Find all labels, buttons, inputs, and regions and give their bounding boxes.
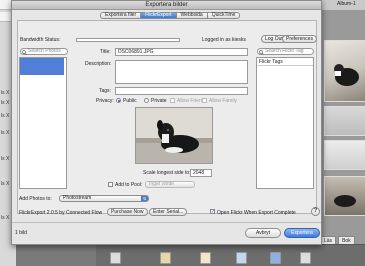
background-label: ls X (1, 215, 10, 221)
background-thumbnail[interactable] (324, 176, 365, 216)
privacy-private-radio[interactable] (144, 98, 149, 103)
photo-preview (135, 107, 213, 164)
open-flickr-label: Open Flickr When Export Complete (217, 210, 296, 216)
tab-flickrexport[interactable]: FlickrExport (140, 12, 176, 19)
allow-family-checkbox[interactable] (202, 98, 207, 103)
dog-photo-icon (136, 108, 212, 163)
flickr-tags-list[interactable] (256, 57, 314, 189)
search-icon (22, 50, 27, 55)
pool-select[interactable]: Inget värde (145, 181, 195, 188)
tab-webpage[interactable]: Webbsida (175, 12, 207, 19)
album-label: Album-1 (337, 1, 356, 7)
dog-photo-icon (334, 64, 359, 86)
app-icon[interactable] (270, 252, 281, 264)
cancel-button[interactable]: Avbryt (245, 228, 281, 238)
export-button[interactable]: Exportera (284, 228, 320, 238)
pool-select-value: Inget värde (149, 181, 175, 187)
allow-friends-checkbox[interactable] (170, 98, 175, 103)
background-dock (96, 244, 365, 266)
tags-header-divider (257, 65, 313, 66)
app-icon[interactable] (110, 252, 121, 264)
background-thumbnail[interactable] (324, 40, 365, 102)
search-photos-placeholder: Search Photos (28, 48, 61, 54)
tab-export-files[interactable]: Exportera filer (100, 12, 141, 19)
app-icon[interactable] (160, 252, 171, 264)
background-thumbnail[interactable] (324, 140, 365, 170)
footer-divider (12, 222, 321, 223)
enter-serial-button[interactable]: Enter Serial... (149, 208, 188, 216)
export-tabs: Exportera filer FlickrExport Webbsida Qu… (100, 12, 241, 19)
description-field[interactable] (115, 60, 248, 84)
logged-in-text: Logged in as kiesks (202, 37, 246, 43)
background-label: ls X (1, 130, 10, 136)
add-photos-select[interactable]: Photostream ⇅ (59, 195, 149, 202)
add-to-pool-label: Add to Pool: (115, 182, 143, 188)
search-icon (259, 50, 264, 55)
photo-list[interactable] (19, 57, 67, 189)
background-label: ls X (1, 156, 10, 162)
export-dialog: Exportera bilder Exportera filer FlickrE… (11, 0, 322, 245)
tags-field[interactable] (115, 87, 248, 95)
search-flickr-tag-input[interactable]: Search Flickr Tag (257, 48, 314, 55)
search-photos-input[interactable]: Search Photos (20, 48, 68, 55)
privacy-label: Privacy: (96, 98, 114, 104)
add-photos-label: Add Photos to: (19, 196, 52, 202)
app-icon[interactable] (200, 252, 211, 264)
search-flickr-tag-placeholder: Search Flickr Tag (265, 48, 304, 54)
add-photos-value: Photostream (63, 195, 92, 201)
background-label: ls X (1, 90, 10, 96)
privacy-public-radio[interactable] (116, 98, 121, 103)
tags-label: Tags: (99, 88, 111, 94)
purchase-now-button[interactable]: Purchase Now (107, 208, 148, 216)
dog-photo-icon (334, 195, 356, 207)
privacy-private-label: Private (151, 98, 167, 104)
preferences-button[interactable]: Preferences (282, 35, 317, 43)
version-text: FlickrExport 2.0.5 by Connected Flow (19, 210, 103, 216)
app-icon[interactable] (300, 252, 311, 264)
tab-quicktime[interactable]: QuickTime (206, 12, 241, 19)
privacy-public-label: Public (123, 98, 137, 104)
selected-photo-row[interactable] (20, 58, 64, 75)
title-label: Title: (100, 49, 111, 55)
background-label: ls X (1, 113, 10, 119)
bandwidth-label: Bandwidth Status: (20, 37, 61, 43)
dialog-title: Exportera bilder (12, 1, 321, 10)
title-field[interactable]: DSC06891.JPG (115, 48, 248, 56)
open-flickr-checkbox[interactable]: ✓ (210, 209, 215, 215)
scale-field[interactable]: 2048 (190, 169, 212, 177)
bandwidth-bar (76, 38, 180, 42)
scale-label: Scale longest side to: (143, 170, 191, 176)
add-to-pool-checkbox[interactable] (108, 182, 113, 187)
description-label: Description: (85, 61, 112, 67)
chevron-updown-icon: ⇅ (141, 196, 148, 201)
allow-family-label: Allow Family (209, 98, 238, 104)
background-thumbnail[interactable] (324, 106, 365, 136)
photo-count: 1 bild (15, 230, 27, 236)
app-icon[interactable] (236, 252, 247, 264)
background-label: ls X (1, 100, 10, 106)
help-button[interactable]: ? (311, 207, 320, 216)
background-label: ls X (1, 181, 10, 187)
